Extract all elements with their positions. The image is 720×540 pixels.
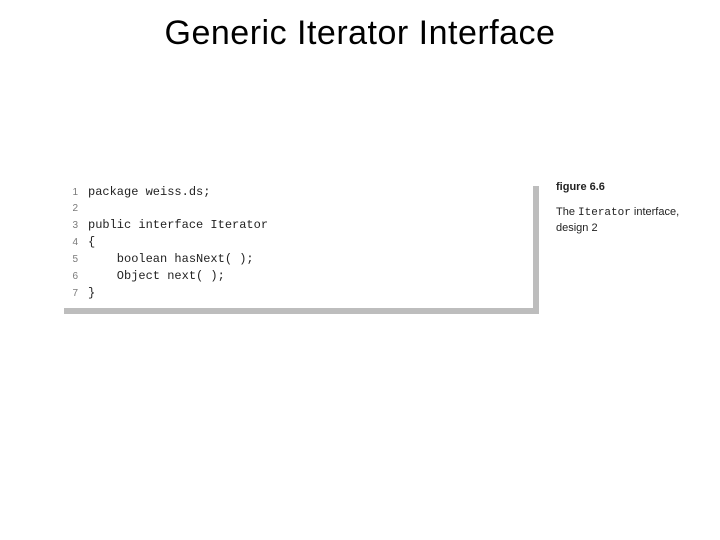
figure-caption: figure 6.6 The Iterator interface, desig… <box>556 180 696 236</box>
figure-area: 1 package weiss.ds; 2 3 public interface I… <box>58 180 668 308</box>
code-line: 5 boolean hasNext( ); <box>58 251 533 268</box>
line-number: 7 <box>58 286 78 302</box>
code-text: public interface Iterator <box>88 217 268 233</box>
caption-prefix: The <box>556 206 578 218</box>
slide: Generic Iterator Interface 1 package weis… <box>0 0 720 540</box>
line-number: 5 <box>58 252 78 268</box>
line-number: 1 <box>58 185 78 201</box>
line-number: 3 <box>58 218 78 234</box>
code-shadow-bottom <box>64 308 539 314</box>
code-line: 6 Object next( ); <box>58 268 533 285</box>
line-number: 6 <box>58 269 78 285</box>
code-line: 7} <box>58 285 533 302</box>
code-text: package weiss.ds; <box>88 184 210 200</box>
slide-title: Generic Iterator Interface <box>0 14 720 53</box>
code-line: 2 <box>58 201 533 217</box>
code-inner: 1 package weiss.ds; 2 3 public interface I… <box>58 180 533 308</box>
code-text: Object next( ); <box>88 268 225 284</box>
line-number: 4 <box>58 235 78 251</box>
code-line: 4{ <box>58 234 533 251</box>
code-shadow-right <box>533 186 539 314</box>
code-line: 3 public interface Iterator <box>58 217 533 234</box>
figure-label: figure 6.6 <box>556 180 696 195</box>
code-line: 1 package weiss.ds; <box>58 184 533 201</box>
code-block: 1 package weiss.ds; 2 3 public interface I… <box>58 180 533 308</box>
line-number: 2 <box>58 201 78 217</box>
code-text: } <box>88 285 95 301</box>
code-text: { <box>88 234 95 250</box>
figure-description: The Iterator interface, design 2 <box>556 205 696 236</box>
code-text: boolean hasNext( ); <box>88 251 254 267</box>
caption-code: Iterator <box>578 207 631 219</box>
